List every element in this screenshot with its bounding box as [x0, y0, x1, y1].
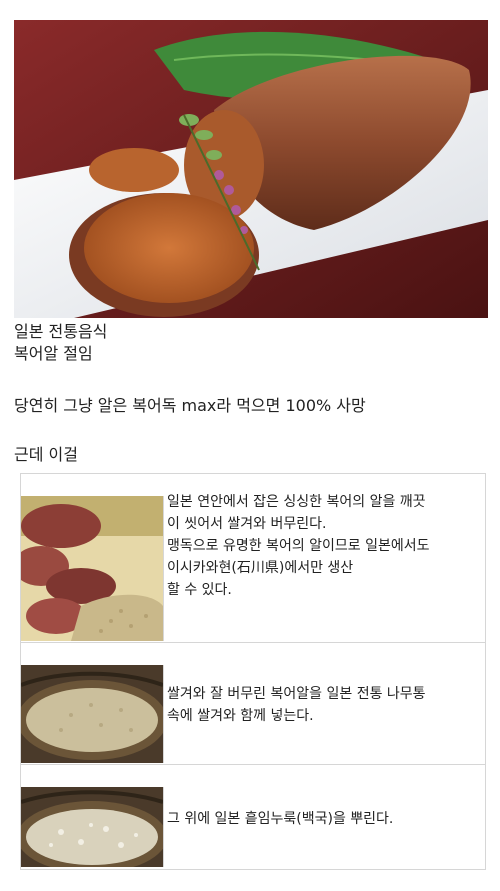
step-description: 그 위에 일본 흩임누룩(백국)을 뿌린다. — [167, 808, 483, 830]
intro-title: 일본 전통음식 — [14, 322, 108, 341]
step-image — [21, 496, 164, 641]
step-line: 속에 쌀겨와 함께 넣는다. — [167, 708, 314, 724]
step-line: 맹독으로 유명한 복어의 알이므로 일본에서도 — [167, 538, 430, 554]
step-line: 이 씻어서 쌀겨와 버무린다. — [167, 516, 327, 532]
wooden-barrel-photo — [21, 665, 163, 763]
intro-subtitle: 복어알 절임 — [14, 344, 93, 363]
step-line: 쌀겨와 잘 버무린 복어알을 일본 전통 나무통 — [167, 686, 426, 702]
intro-transition: 근데 이걸 — [14, 445, 78, 464]
step-row: 그 위에 일본 흩임누룩(백국)을 뿌린다. — [21, 765, 485, 869]
step-description: 일본 연안에서 잡은 싱싱한 복어의 알을 깨끗 이 씻어서 쌀겨와 버무린다.… — [167, 491, 483, 601]
step-line: 일본 연안에서 잡은 싱싱한 복어의 알을 깨끗 — [167, 494, 426, 510]
step-row: 일본 연안에서 잡은 싱싱한 복어의 알을 깨끗 이 씻어서 쌀겨와 버무린다.… — [21, 474, 485, 643]
hero-photo — [14, 20, 488, 318]
step-row: 쌀겨와 잘 버무린 복어알을 일본 전통 나무통 속에 쌀겨와 함께 넣는다. — [21, 643, 485, 765]
step-line: 할 수 있다. — [167, 582, 232, 598]
roe-with-bran-photo — [21, 496, 163, 641]
step-image — [21, 787, 164, 867]
steps-table: 일본 연안에서 잡은 싱싱한 복어의 알을 깨끗 이 씻어서 쌀겨와 버무린다.… — [20, 473, 486, 870]
step-image — [21, 665, 164, 763]
intro-warning: 당연히 그냥 알은 복어독 max라 먹으면 100% 사망 — [14, 396, 366, 415]
step-description: 쌀겨와 잘 버무린 복어알을 일본 전통 나무통 속에 쌀겨와 함께 넣는다. — [167, 683, 483, 727]
step-line: 그 위에 일본 흩임누룩(백국)을 뿌린다. — [167, 811, 394, 827]
step-line: 이시카와현(石川県)에서만 생산 — [167, 560, 354, 576]
pufferfish-roe-photo — [14, 20, 488, 318]
barrel-with-koji-photo — [21, 787, 163, 867]
